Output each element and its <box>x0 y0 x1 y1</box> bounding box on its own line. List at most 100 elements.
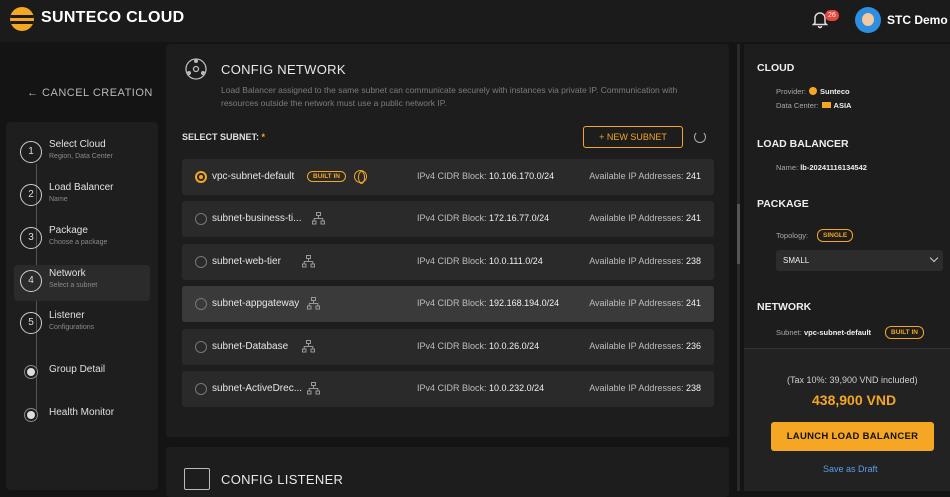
subnet-label: Subnet: <box>776 328 802 337</box>
subnet-tree-icon <box>307 297 320 310</box>
subnet-name: subnet-web-tier <box>212 256 281 267</box>
summary-data-center: Data Center: ASIA <box>776 101 851 110</box>
step-title: Load Balancer <box>49 182 114 193</box>
subnet-radio[interactable] <box>195 341 207 353</box>
cidr-value: 10.0.232.0/24 <box>489 383 545 393</box>
cidr-block: IPv4 CIDR Block: 172.16.77.0/24 <box>417 213 549 223</box>
launch-load-balancer-button[interactable]: LAUNCH LOAD BALANCER <box>771 422 934 451</box>
step-subtitle: Choose a package <box>49 239 108 246</box>
step-listener[interactable]: 5 Listener Configurations <box>14 307 150 343</box>
globe-icon <box>354 170 367 184</box>
scrollbar-thumb[interactable] <box>737 204 740 264</box>
topology-label: Topology: <box>776 231 809 240</box>
step-title: Health Monitor <box>49 407 115 418</box>
subnet-name: subnet-business-ti... <box>212 213 302 224</box>
available-value: 238 <box>685 256 701 266</box>
step-number: 3 <box>20 227 42 249</box>
cidr-block: IPv4 CIDR Block: 10.106.170.0/24 <box>417 171 554 181</box>
cidr-block: IPv4 CIDR Block: 10.0.26.0/24 <box>417 341 539 351</box>
main-scrollbar[interactable] <box>737 44 740 491</box>
package-size-select[interactable]: SMALL <box>776 250 943 271</box>
step-subtitle: Configurations <box>49 324 95 331</box>
step-load-balancer[interactable]: 2 Load Balancer Name <box>14 179 150 215</box>
available-ips: Available IP Addresses: 238 <box>589 383 701 393</box>
available-ips: Available IP Addresses: 241 <box>589 213 701 223</box>
summary-cloud-title: CLOUD <box>757 62 795 74</box>
config-listener-title: CONFIG LISTENER <box>221 472 344 487</box>
cidr-block: IPv4 CIDR Block: 192.168.194.0/24 <box>417 298 559 308</box>
available-ips: Available IP Addresses: 241 <box>589 298 701 308</box>
package-size-value: SMALL <box>783 256 810 265</box>
subnet-tree-icon <box>302 255 315 268</box>
step-number: 4 <box>20 270 42 292</box>
cidr-value: 10.0.26.0/24 <box>489 341 540 351</box>
lb-name-label: Name: <box>776 163 799 172</box>
available-value: 241 <box>685 298 701 308</box>
creation-steps-panel: 1 Select Cloud Region, Data Center 2 Loa… <box>6 122 158 490</box>
subnet-row[interactable]: subnet-business-ti... IPv4 CIDR Block: 17… <box>182 201 714 237</box>
cidr-label: IPv4 CIDR Block: <box>417 383 487 393</box>
step-package[interactable]: 3 Package Choose a package <box>14 222 150 258</box>
user-avatar[interactable] <box>855 7 881 33</box>
provider-value: Sunteco <box>820 87 850 96</box>
network-icon <box>185 58 207 80</box>
available-label: Available IP Addresses: <box>589 341 684 351</box>
app-name[interactable]: SUNTECO CLOUD <box>41 9 184 27</box>
subnet-row[interactable]: vpc-subnet-default BUILT IN IPv4 CIDR Bloc… <box>182 159 714 195</box>
select-subnet-text: SELECT SUBNET: <box>182 132 260 142</box>
tax-note: (Tax 10%: 39,900 VND included) <box>787 375 918 385</box>
summary-topology: Topology: <box>776 231 808 240</box>
summary-lb-title: LOAD BALANCER <box>757 138 849 150</box>
subnet-radio[interactable] <box>195 383 207 395</box>
cidr-label: IPv4 CIDR Block: <box>417 256 487 266</box>
config-network-description: Load Balancer assigned to the same subne… <box>221 85 678 108</box>
subnet-row[interactable]: subnet-appgateway IPv4 CIDR Block: 192.16… <box>182 286 714 322</box>
user-name[interactable]: STC Demo <box>887 13 948 27</box>
cidr-label: IPv4 CIDR Block: <box>417 213 487 223</box>
summary-provider: Provider: Sunteco <box>776 87 850 96</box>
cidr-block: IPv4 CIDR Block: 10.0.232.0/24 <box>417 383 544 393</box>
subnet-tree-icon <box>302 340 315 353</box>
built-in-badge: BUILT IN <box>885 326 924 339</box>
cidr-value: 10.106.170.0/24 <box>489 171 555 181</box>
subnet-value: vpc-subnet-default <box>803 328 872 337</box>
available-label: Available IP Addresses: <box>589 383 684 393</box>
refresh-icon[interactable] <box>694 131 706 143</box>
cidr-value: 10.0.111.0/24 <box>489 256 543 266</box>
subnet-row[interactable]: subnet-Database IPv4 CIDR Block: 10.0.26.… <box>182 329 714 365</box>
subnet-row[interactable]: subnet-web-tier IPv4 CIDR Block: 10.0.111… <box>182 244 714 280</box>
sunteco-coin-icon <box>809 87 818 95</box>
total-price: 438,900 VND <box>812 392 897 408</box>
subnet-tree-icon <box>312 212 325 225</box>
step-subtitle: Region, Data Center <box>49 153 113 160</box>
step-group-detail[interactable]: Group Detail <box>14 360 150 396</box>
step-select-cloud[interactable]: 1 Select Cloud Region, Data Center <box>14 136 150 172</box>
step-network[interactable]: 4 Network Select a subnet <box>14 265 150 301</box>
save-as-draft-link[interactable]: Save as Draft <box>823 464 878 474</box>
sunteco-logo-icon[interactable] <box>10 7 34 31</box>
new-subnet-button[interactable]: + NEW SUBNET <box>583 126 683 148</box>
available-value: 236 <box>685 341 701 351</box>
notification-count-badge: 26 <box>825 10 839 21</box>
subnet-name: subnet-ActiveDrec... <box>212 383 303 394</box>
available-ips: Available IP Addresses: 241 <box>589 171 701 181</box>
step-health-monitor[interactable]: Health Monitor <box>14 403 150 439</box>
cidr-label: IPv4 CIDR Block: <box>417 171 487 181</box>
subnet-radio[interactable] <box>195 256 207 268</box>
cancel-creation-link[interactable]: ← CANCEL CREATION <box>27 87 153 99</box>
available-value: 241 <box>685 213 701 223</box>
config-network-title: CONFIG NETWORK <box>221 62 346 77</box>
step-title: Listener <box>49 310 85 321</box>
subnet-radio[interactable] <box>195 213 207 225</box>
subnet-tree-icon <box>307 382 320 395</box>
available-label: Available IP Addresses: <box>589 256 684 266</box>
step-title: Select Cloud <box>49 139 106 150</box>
cidr-value: 172.16.77.0/24 <box>489 213 550 223</box>
available-label: Available IP Addresses: <box>589 298 684 308</box>
available-value: 241 <box>685 171 701 181</box>
summary-lb-name: Name: lb-20241116134542 <box>776 163 867 172</box>
subnet-row[interactable]: subnet-ActiveDrec... IPv4 CIDR Block: 10.… <box>182 371 714 407</box>
subnet-radio[interactable] <box>195 298 207 310</box>
flag-icon <box>821 102 831 108</box>
subnet-radio[interactable] <box>195 171 207 183</box>
